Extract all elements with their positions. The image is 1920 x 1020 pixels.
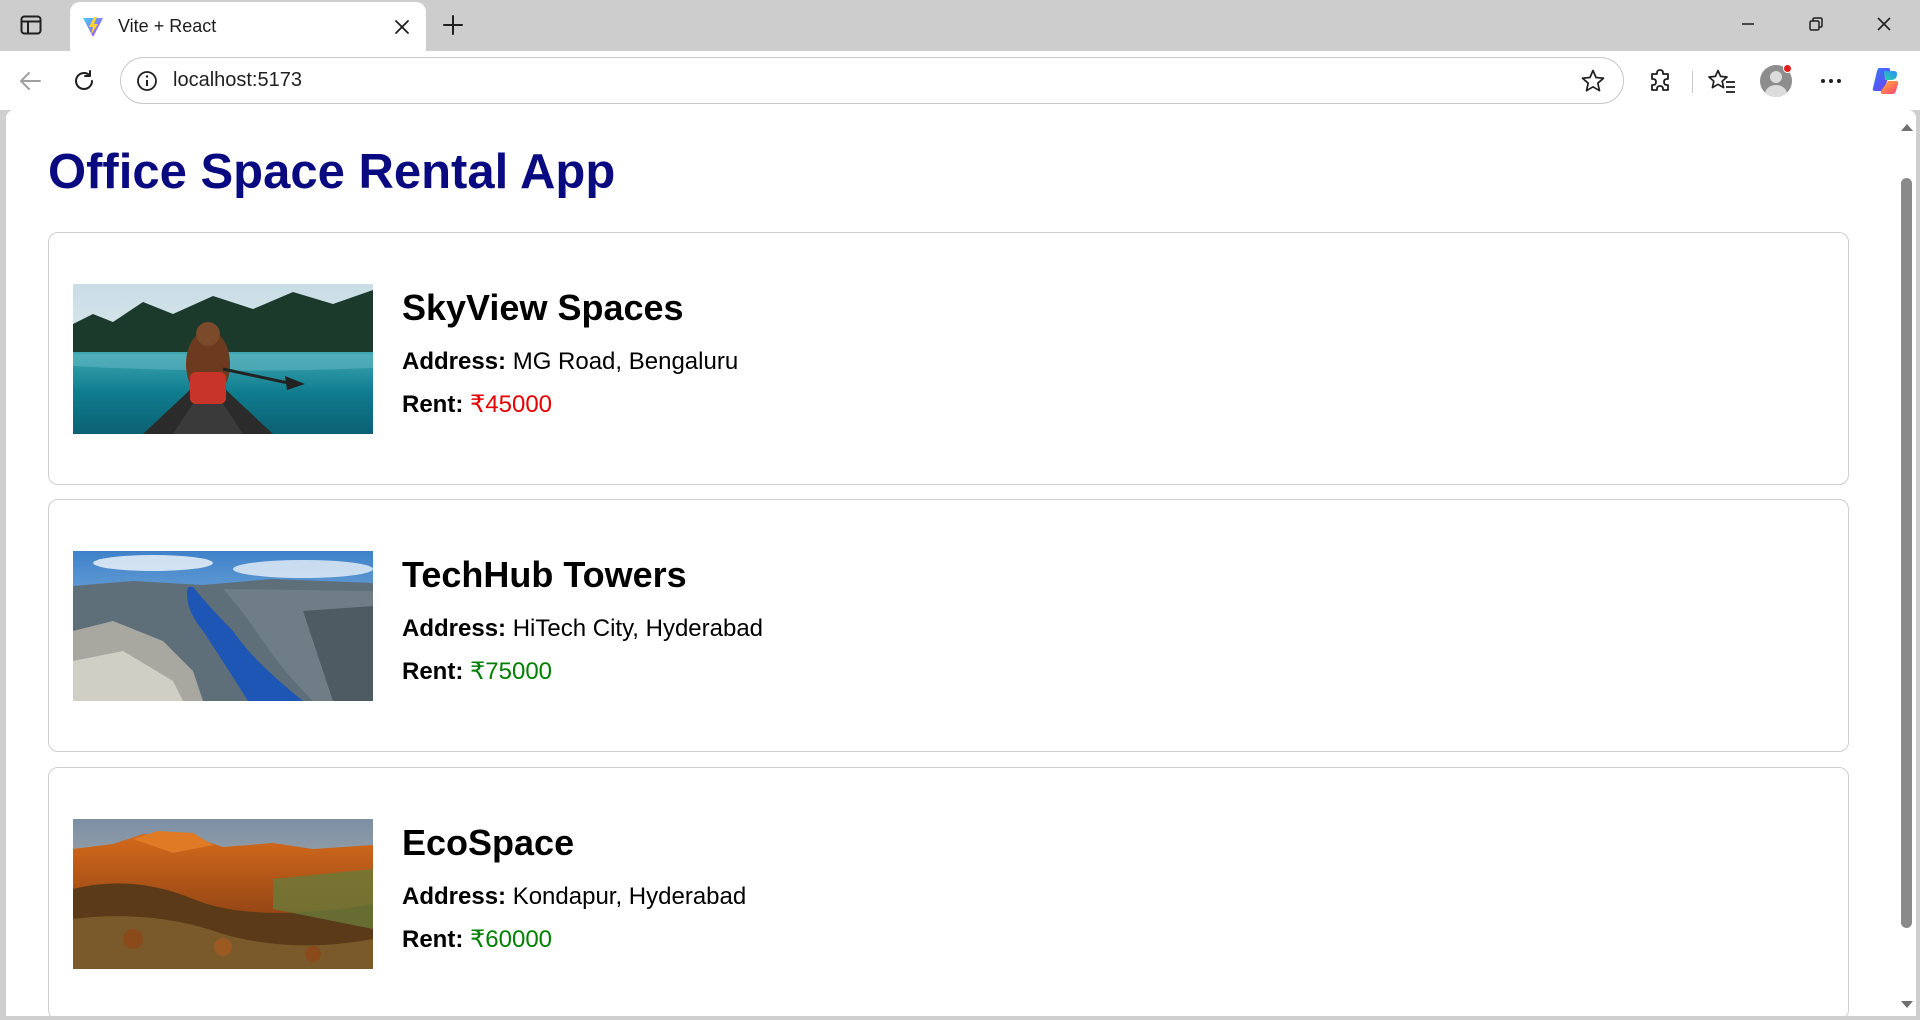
rent-label: Rent: xyxy=(402,391,464,418)
tab-actions-icon[interactable] xyxy=(12,10,50,40)
address-label: Address: xyxy=(402,883,507,910)
office-name: EcoSpace xyxy=(402,822,575,863)
rent-label: Rent: xyxy=(402,926,464,953)
office-address: Address: MG Road, Bengaluru xyxy=(402,348,738,376)
rent-value: ₹45000 xyxy=(470,391,553,418)
address-value: MG Road, Bengaluru xyxy=(512,348,739,375)
office-info: EcoSpace Address: Kondapur, Hyderabad Re… xyxy=(402,818,746,954)
address-label: Address: xyxy=(402,348,507,375)
address-value: HiTech City, Hyderabad xyxy=(512,615,764,642)
rent-label: Rent: xyxy=(402,658,464,685)
plus-icon[interactable] xyxy=(436,8,470,42)
tab-title: Vite + React xyxy=(118,16,217,36)
page-viewport: Office Space Rental App SkyView Spaces A… xyxy=(6,110,1916,1016)
canyon-sunset-photo xyxy=(73,819,373,969)
puzzle-icon[interactable] xyxy=(1641,61,1681,101)
office-rent: Rent: ₹45000 xyxy=(402,391,738,419)
address-value: Kondapur, Hyderabad xyxy=(512,883,747,910)
office-address: Address: HiTech City, Hyderabad xyxy=(402,615,763,643)
rent-value: ₹60000 xyxy=(470,926,553,953)
office-info: SkyView Spaces Address: MG Road, Bengalu… xyxy=(402,283,738,419)
window-close-icon[interactable] xyxy=(1851,0,1917,48)
info-icon[interactable] xyxy=(135,69,159,93)
back-arrow-icon[interactable] xyxy=(12,63,48,99)
url-text[interactable]: localhost:5173 xyxy=(173,69,1575,92)
star-icon[interactable] xyxy=(1575,63,1611,99)
vite-logo-icon xyxy=(80,14,106,40)
reload-icon[interactable] xyxy=(66,63,102,99)
toolbar-divider xyxy=(1692,71,1693,93)
office-name: TechHub Towers xyxy=(402,554,687,595)
browser-toolbar: localhost:5173 xyxy=(0,51,1920,110)
scroll-down-arrow-icon[interactable] xyxy=(1901,1001,1913,1008)
address-label: Address: xyxy=(402,615,507,642)
rent-value: ₹75000 xyxy=(470,658,553,685)
copilot-icon[interactable] xyxy=(1866,61,1906,101)
scroll-up-arrow-icon[interactable] xyxy=(1901,124,1913,131)
vertical-scrollbar[interactable] xyxy=(1896,110,1916,1016)
notification-dot xyxy=(1783,64,1792,73)
office-card: SkyView Spaces Address: MG Road, Bengalu… xyxy=(48,232,1849,485)
scroll-thumb[interactable] xyxy=(1901,178,1912,928)
minimize-icon[interactable] xyxy=(1715,0,1781,48)
address-bar[interactable]: localhost:5173 xyxy=(120,57,1624,104)
more-icon[interactable] xyxy=(1811,61,1851,101)
profile-icon[interactable] xyxy=(1756,61,1796,101)
tab-strip: Vite + React xyxy=(0,0,1920,51)
office-info: TechHub Towers Address: HiTech City, Hyd… xyxy=(402,550,763,686)
lake-canoe-photo xyxy=(73,284,373,434)
browser-tab[interactable]: Vite + React xyxy=(70,2,426,51)
office-card: EcoSpace Address: Kondapur, Hyderabad Re… xyxy=(48,767,1849,1016)
office-card: TechHub Towers Address: HiTech City, Hyd… xyxy=(48,499,1849,752)
favorites-icon[interactable] xyxy=(1702,61,1742,101)
fjord-cliff-photo xyxy=(73,551,373,701)
page-title: Office Space Rental App xyxy=(48,145,616,199)
office-address: Address: Kondapur, Hyderabad xyxy=(402,883,746,911)
office-name: SkyView Spaces xyxy=(402,287,684,328)
office-rent: Rent: ₹60000 xyxy=(402,926,746,954)
restore-icon[interactable] xyxy=(1783,0,1849,48)
office-rent: Rent: ₹75000 xyxy=(402,658,763,686)
close-icon[interactable] xyxy=(386,11,418,43)
